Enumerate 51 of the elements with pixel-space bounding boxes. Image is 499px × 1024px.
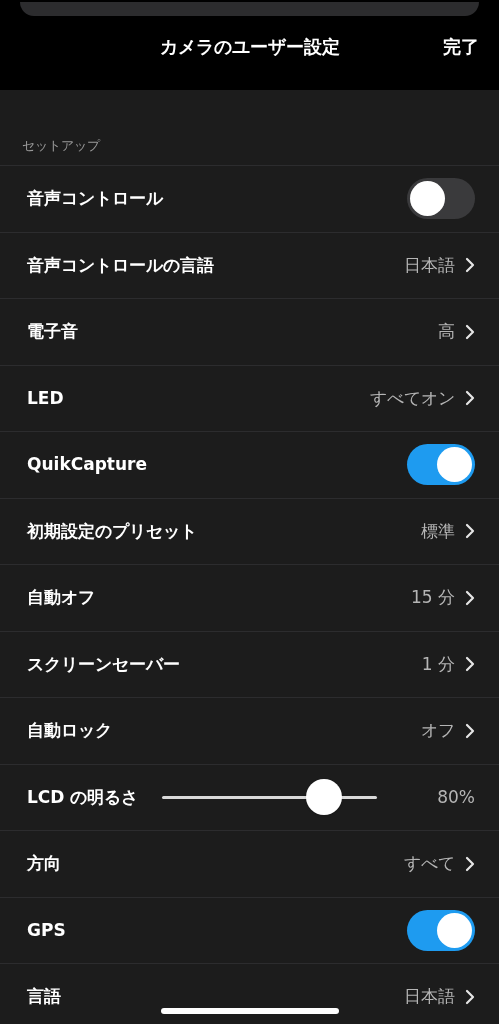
section-header: セットアップ [22, 136, 100, 155]
slider-reading: 80% [437, 785, 475, 809]
chevron-right-icon [465, 390, 475, 407]
toggle-switch[interactable] [407, 909, 475, 951]
settings-row[interactable]: 方向 すべて [0, 830, 499, 897]
brightness-slider[interactable] [162, 779, 378, 816]
screen-title: カメラのユーザー設定 [159, 34, 340, 59]
setting-label: 自動オフ [27, 586, 95, 609]
setting-value: 1 分 [421, 652, 455, 676]
setting-label: 自動ロック [27, 719, 112, 742]
setting-value: 15 分 [410, 586, 455, 609]
chevron-right-icon [465, 722, 475, 739]
setting-value: すべて [404, 852, 455, 875]
setting-value: 高 [438, 320, 455, 343]
toggle-switch[interactable] [407, 178, 475, 220]
setting-value: 日本語 [404, 253, 455, 277]
setting-value: 標準 [421, 519, 455, 543]
setting-label: LED [27, 386, 64, 410]
settings-row[interactable]: GPS [0, 896, 499, 963]
chevron-right-icon [465, 257, 475, 274]
toggle-switch[interactable] [407, 444, 475, 486]
chevron-right-icon [465, 589, 475, 606]
setting-value: オフ [421, 719, 455, 742]
setting-label: スクリーンセーバー [27, 652, 180, 676]
settings-row[interactable]: 自動オフ 15 分 [0, 564, 499, 631]
settings-row[interactable]: 音声コントロールの言語 日本語 [0, 231, 499, 298]
settings-row[interactable]: QuikCapture [0, 431, 499, 498]
setting-label: LCD の明るさ [27, 785, 139, 809]
setting-label: QuikCapture [27, 453, 147, 476]
settings-row[interactable]: スクリーンセーバー 1 分 [0, 630, 499, 697]
setting-value: すべてオン [370, 386, 455, 410]
chevron-right-icon [465, 523, 475, 540]
settings-row[interactable]: 電子音 高 [0, 298, 499, 365]
setting-label: 方向 [27, 852, 61, 875]
setting-label: 言語 [27, 985, 61, 1008]
settings-row[interactable]: 自動ロック オフ [0, 697, 499, 764]
chevron-right-icon [465, 988, 475, 1005]
settings-row[interactable]: 音声コントロール [0, 165, 499, 232]
setting-label: 音声コントロール [27, 187, 163, 210]
settings-row[interactable]: LED すべてオン [0, 364, 499, 431]
setting-label: 電子音 [27, 320, 78, 343]
setting-label: 音声コントロールの言語 [27, 253, 214, 277]
settings-row[interactable]: 初期設定のプリセット 標準 [0, 497, 499, 564]
chevron-right-icon [465, 323, 475, 340]
done-button[interactable]: 完了 [443, 32, 479, 60]
chevron-right-icon [465, 656, 475, 673]
setting-label: 初期設定のプリセット [27, 519, 197, 543]
chevron-right-icon [465, 855, 475, 872]
setting-value: 日本語 [404, 985, 455, 1008]
setting-label: GPS [27, 918, 66, 942]
settings-row[interactable]: LCD の明るさ 80% [0, 763, 499, 830]
